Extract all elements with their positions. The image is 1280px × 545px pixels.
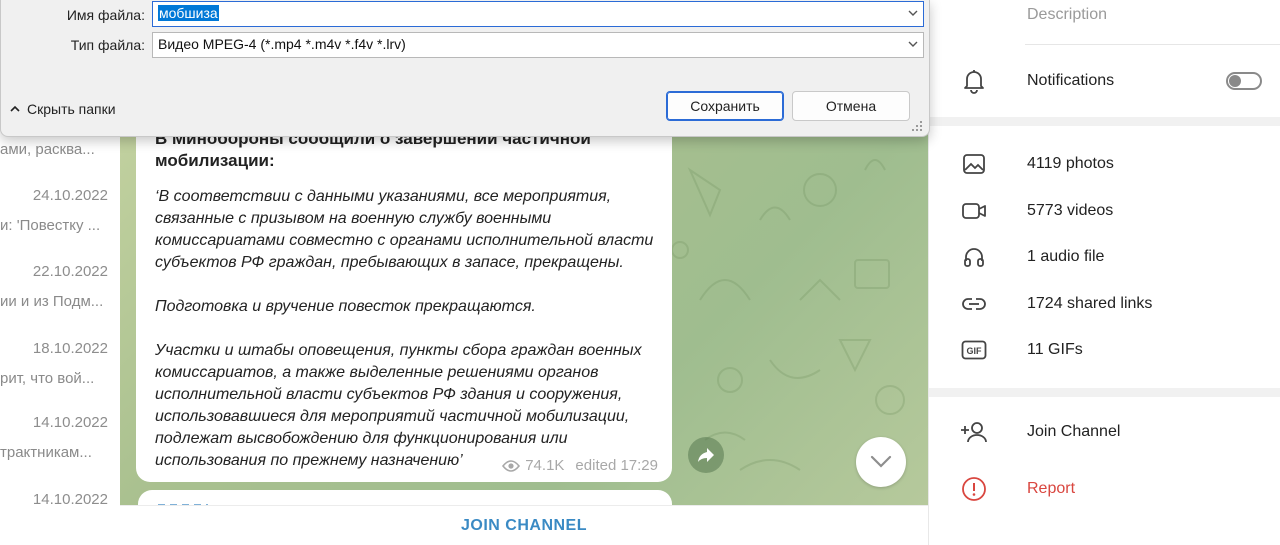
message-paragraph: Подготовка и вручение повесток прекращаю… [155,298,536,315]
forward-icon [698,448,714,462]
channel-info-panel: Description Notifications 4119 photos 57… [928,0,1280,545]
hide-folders-toggle[interactable]: Скрыть папки [9,101,116,117]
message-paragraph: ‘В соответствии с данными указаниями, вс… [155,188,654,271]
filetype-label: Тип файла: [70,37,145,53]
report-row[interactable]: Report [929,469,1280,509]
media-label: 5773 videos [1027,202,1114,219]
chat-list-snippet[interactable]: и: 'Повестку ... [0,217,108,234]
forward-button[interactable] [688,437,724,473]
link-icon [959,289,989,319]
chat-list-snippet[interactable]: рит, что вой... [0,370,108,387]
gif-icon: GIF [959,335,989,365]
video-icon [959,196,989,226]
chat-list-date: 14.10.2022 [32,414,108,431]
media-row-audio[interactable]: 1 audio file [929,237,1280,277]
eye-icon [502,459,521,472]
section-separator [929,117,1280,126]
chevron-down-icon [908,41,918,47]
chevron-down-icon [870,455,892,468]
chat-list-snippet[interactable]: ами, расква... [0,141,108,158]
resize-grip-icon[interactable] [911,120,923,132]
next-message-bubble[interactable] [138,490,672,505]
chat-list-snippet[interactable]: трактникам... [0,444,108,461]
add-user-icon [959,417,989,447]
media-row-gifs[interactable]: GIF 11 GIFs [929,330,1280,370]
join-channel-label: Join Channel [1027,423,1121,440]
filetype-value: Видео MPEG-4 (*.mp4 *.m4v *.f4v *.lrv) [158,36,406,52]
bell-icon [959,66,989,96]
chevron-up-icon [10,105,20,112]
report-label: Report [1027,480,1076,497]
message-meta: 74.1K edited 17:29 [502,457,658,474]
notifications-label: Notifications [1027,72,1115,89]
media-row-photos[interactable]: 4119 photos [929,144,1280,184]
report-icon [959,474,989,504]
media-label: 1 audio file [1027,248,1105,265]
toggle-knob [1229,75,1241,87]
divider [1025,44,1280,45]
filename-label: Имя файла: [66,7,145,23]
save-button[interactable]: Сохранить [666,91,784,121]
cancel-button[interactable]: Отмена [792,91,910,121]
media-row-videos[interactable]: 5773 videos [929,191,1280,231]
join-channel-button[interactable]: JOIN CHANNEL [461,517,587,535]
headphones-icon [959,242,989,272]
edited-time: edited 17:29 [575,457,658,474]
filename-value: мобшиза [158,5,219,21]
photo-icon [959,149,989,179]
chat-list-date: 22.10.2022 [32,263,108,280]
join-channel-row[interactable]: Join Channel [929,412,1280,452]
message-title: мобилизации: [155,151,275,170]
filetype-select[interactable]: Видео MPEG-4 (*.mp4 *.m4v *.f4v *.lrv) [152,32,924,58]
chat-list-date: 14.10.2022 [32,491,108,508]
chat-list-snippet[interactable]: ии и из Подм... [0,293,108,310]
media-label: 4119 photos [1027,155,1114,172]
filename-input[interactable]: мобшиза [152,1,924,27]
media-row-links[interactable]: 1724 shared links [929,284,1280,324]
chevron-down-icon[interactable] [907,8,919,18]
scroll-down-button[interactable] [856,437,906,487]
chat-list-date: 18.10.2022 [32,340,108,357]
message-bubble[interactable]: В Минобороны сообщили о завершении части… [136,118,672,482]
notifications-toggle[interactable] [1226,72,1262,90]
media-label: 11 GIFs [1027,341,1083,358]
view-count: 74.1K [525,457,565,474]
hide-folders-label: Скрыть папки [27,101,116,117]
save-file-dialog: Имя файла: мобшиза Тип файла: Видео MPEG… [0,0,930,137]
section-separator [929,388,1280,397]
message-paragraph: Участки и штабы оповещения, пункты сбора… [155,342,642,469]
chat-list-date: 24.10.2022 [32,187,108,204]
svg-text:GIF: GIF [967,346,983,356]
join-channel-bar[interactable]: JOIN CHANNEL [120,505,928,545]
media-label: 1724 shared links [1027,295,1153,312]
description-placeholder: Description [1027,6,1108,23]
